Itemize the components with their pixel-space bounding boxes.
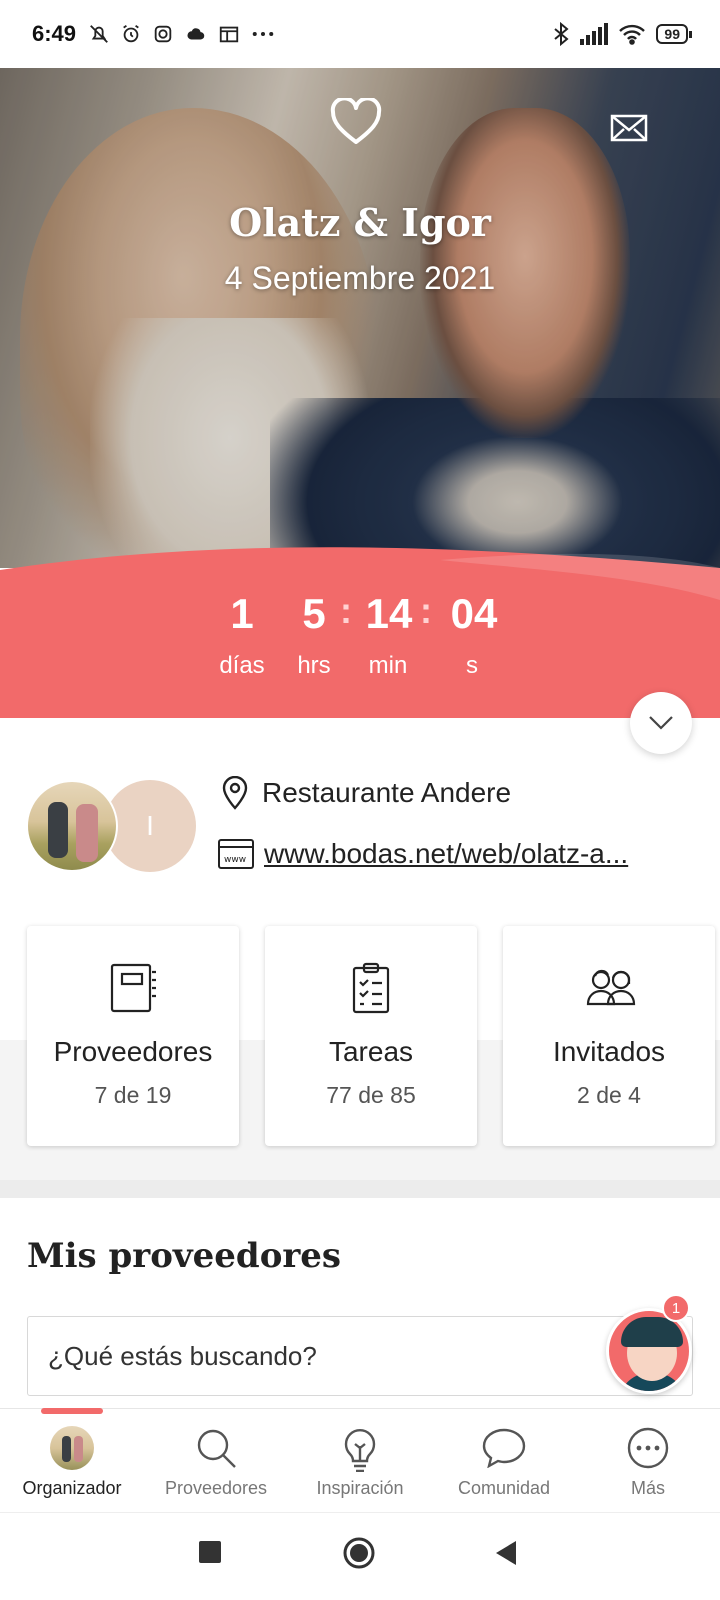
venue-name: Restaurante Andere: [262, 777, 512, 808]
countdown-days: 1: [230, 590, 254, 637]
nav-proveedores[interactable]: Proveedores: [144, 1418, 288, 1510]
website-link[interactable]: www.bodas.net/web/olatz-a...: [264, 838, 628, 870]
countdown: 1 5 : 14 : 04 días hrs min s: [0, 590, 720, 710]
card-title: Proveedores: [53, 1036, 213, 1067]
nav-inspiracion[interactable]: Inspiración: [288, 1418, 432, 1510]
guests-icon: [586, 969, 636, 1006]
card-count: 77 de 85: [326, 1082, 416, 1108]
couple-names: Olatz & Igor: [229, 200, 491, 245]
bell-off-icon: [90, 25, 108, 43]
search-input[interactable]: ¿Qué estás buscando?: [27, 1316, 693, 1396]
chat-bubble-icon: [482, 1428, 526, 1468]
card-title: Invitados: [552, 1036, 666, 1067]
signal-icon: [580, 23, 609, 45]
cloud-icon: [187, 28, 205, 40]
nav-mas[interactable]: Más: [576, 1418, 720, 1510]
countdown-days-label: días: [219, 652, 265, 679]
lightbulb-icon: [344, 1429, 376, 1472]
checklist-icon: [352, 962, 390, 1014]
alarm-icon: [123, 24, 139, 43]
nav-organizador[interactable]: Organizador: [0, 1418, 144, 1510]
more-circle-icon: [627, 1427, 669, 1469]
calendar-icon: [219, 26, 239, 43]
card-count: 2 de 4: [577, 1082, 641, 1108]
card-title: Tareas: [328, 1036, 414, 1067]
countdown-seconds-label: s: [466, 652, 478, 679]
couple-avatar[interactable]: [26, 780, 118, 872]
nav-label: Más: [630, 1478, 665, 1498]
mail-icon[interactable]: [610, 114, 648, 142]
status-time: 6:49: [32, 21, 77, 46]
nav-comunidad[interactable]: Comunidad: [432, 1418, 576, 1510]
countdown-hours-label: hrs: [297, 652, 331, 679]
heart-icon[interactable]: [330, 98, 382, 146]
venue-row[interactable]: Restaurante Andere: [222, 776, 511, 810]
nav-label: Inspiración: [316, 1478, 404, 1498]
countdown-separator: :: [420, 590, 432, 631]
back-icon[interactable]: [494, 1540, 518, 1566]
instagram-icon: [154, 25, 172, 43]
countdown-panel: 1 5 : 14 : 04 días hrs min s: [0, 540, 720, 718]
card-proveedores[interactable]: Proveedores 7 de 19: [27, 926, 239, 1146]
collapse-button[interactable]: [630, 692, 692, 754]
home-icon[interactable]: [342, 1536, 376, 1570]
wifi-icon: [619, 24, 646, 45]
card-tareas[interactable]: Tareas 77 de 85: [265, 926, 477, 1146]
wedding-date: 4 Septiembre 2021: [224, 260, 496, 296]
battery-icon: 99: [656, 24, 692, 44]
card-invitados[interactable]: Invitados 2 de 4: [503, 926, 715, 1146]
countdown-minutes: 14: [365, 590, 413, 637]
recent-apps-icon[interactable]: [198, 1540, 222, 1564]
countdown-seconds: 04: [450, 590, 498, 637]
countdown-minutes-label: min: [368, 652, 408, 679]
website-row[interactable]: www www.bodas.net/web/olatz-a...: [218, 838, 628, 870]
search-placeholder: ¿Qué estás buscando?: [48, 1340, 317, 1371]
location-pin-icon: [222, 776, 248, 810]
more-dots-icon: [252, 31, 274, 37]
status-bar: 6:49 99: [0, 0, 720, 68]
notebook-icon: [110, 963, 156, 1013]
active-tab-indicator: [41, 1408, 103, 1414]
nav-label: Proveedores: [164, 1478, 268, 1498]
notification-badge: 1: [662, 1294, 690, 1322]
bluetooth-icon: [554, 22, 569, 46]
chevron-down-icon: [649, 716, 673, 730]
search-icon: [197, 1429, 236, 1468]
status-icons-right: 99: [552, 22, 692, 46]
section-title: Mis proveedores: [27, 1236, 342, 1276]
nav-label: Comunidad: [457, 1478, 551, 1498]
nav-label: Organizador: [22, 1478, 122, 1498]
svg-text:www: www: [224, 855, 246, 865]
website-icon: www: [218, 839, 254, 869]
status-icons-left: [88, 23, 276, 45]
card-count: 7 de 19: [94, 1082, 172, 1108]
organizer-avatar-icon: [50, 1426, 94, 1470]
section-divider: [0, 1180, 720, 1198]
